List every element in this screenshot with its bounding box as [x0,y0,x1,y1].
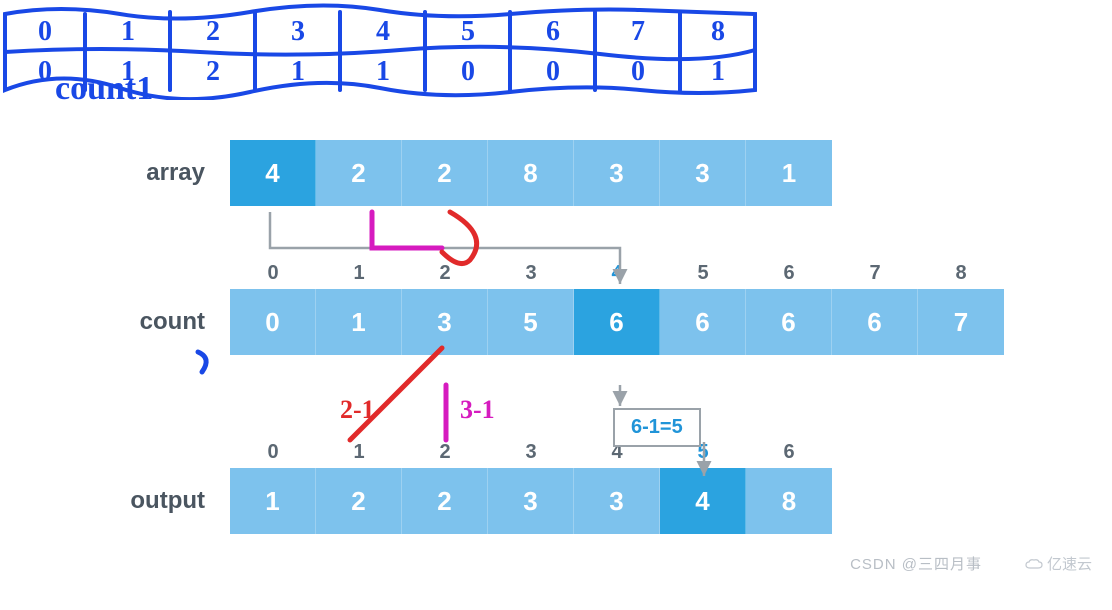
watermark-csdn: CSDN @三四月事 [850,553,982,574]
array-cells: 4228331 [230,140,832,206]
output-cells: 1223348 [230,468,832,534]
svg-text:5: 5 [461,16,475,47]
index-label: 0 [230,441,316,464]
cell: 2 [316,140,402,206]
index-label: 1 [316,441,402,464]
svg-text:2: 2 [206,16,220,47]
output-row-block: 0123456 output 1223348 [20,441,1092,534]
svg-text:0: 0 [38,56,52,87]
svg-text:7: 7 [631,16,645,47]
cell: 3 [574,468,660,534]
cell: 6 [660,289,746,355]
cell: 0 [230,289,316,355]
cell: 6 [746,289,832,355]
cell: 6 [574,289,660,355]
cell: 3 [574,140,660,206]
index-label: 3 [488,441,574,464]
svg-text:0: 0 [631,56,645,87]
svg-text:1: 1 [711,56,725,87]
index-label: 0 [230,262,316,285]
cell: 5 [488,289,574,355]
cell: 7 [918,289,1004,355]
index-label: 5 [660,262,746,285]
index-label: 6 [746,441,832,464]
svg-text:1: 1 [121,16,135,47]
output-label: output [20,487,230,515]
cell: 1 [746,140,832,206]
cell: 1 [316,289,402,355]
annotation-red-text: 2-1 [340,395,375,424]
index-label: 3 [488,262,574,285]
cell: 3 [660,140,746,206]
cell: 8 [488,140,574,206]
cell: 8 [746,468,832,534]
index-label: 8 [918,262,1004,285]
array-row: array 4228331 [20,140,1092,206]
svg-text:3: 3 [291,16,305,47]
index-label: 6 [746,262,832,285]
svg-text:2: 2 [206,56,220,87]
watermark-yisuyun: 亿速云 [1025,553,1092,574]
svg-text:4: 4 [376,16,390,47]
equation-box: 6-1=5 [613,408,701,447]
handwritten-count1-label: count1 [55,70,153,108]
cell: 3 [402,289,488,355]
cell: 4 [660,468,746,534]
array-label: array [20,159,230,187]
count-label: count [20,308,230,336]
output-row: output 1223348 [20,468,1092,534]
cell: 3 [488,468,574,534]
count-row: count 013566667 [20,289,1092,355]
svg-text:0: 0 [461,56,475,87]
index-label: 2 [402,262,488,285]
cell: 4 [230,140,316,206]
index-label: 7 [832,262,918,285]
index-label: 4 [574,262,660,285]
cell: 2 [402,140,488,206]
cell: 2 [402,468,488,534]
index-label: 2 [402,441,488,464]
svg-text:6: 6 [546,16,560,47]
array-row-block: array 4228331 [20,140,1092,206]
cloud-icon [1025,559,1043,571]
svg-text:8: 8 [711,16,725,47]
annotation-magenta-text: 3-1 [460,395,495,424]
cell: 2 [316,468,402,534]
svg-text:1: 1 [376,56,390,87]
svg-text:1: 1 [291,56,305,87]
count-index-row: 012345678 [230,262,1092,285]
cell: 1 [230,468,316,534]
index-label: 1 [316,262,402,285]
svg-text:0: 0 [546,56,560,87]
count-cells: 013566667 [230,289,1004,355]
cell: 6 [832,289,918,355]
svg-text:0: 0 [38,16,52,47]
annotation-overlay: 2-1 3-1 [20,140,1060,610]
counting-sort-diagram: array 4228331 012345678 count 013566667 … [20,140,1092,534]
count-row-block: 012345678 count 013566667 [20,262,1092,355]
